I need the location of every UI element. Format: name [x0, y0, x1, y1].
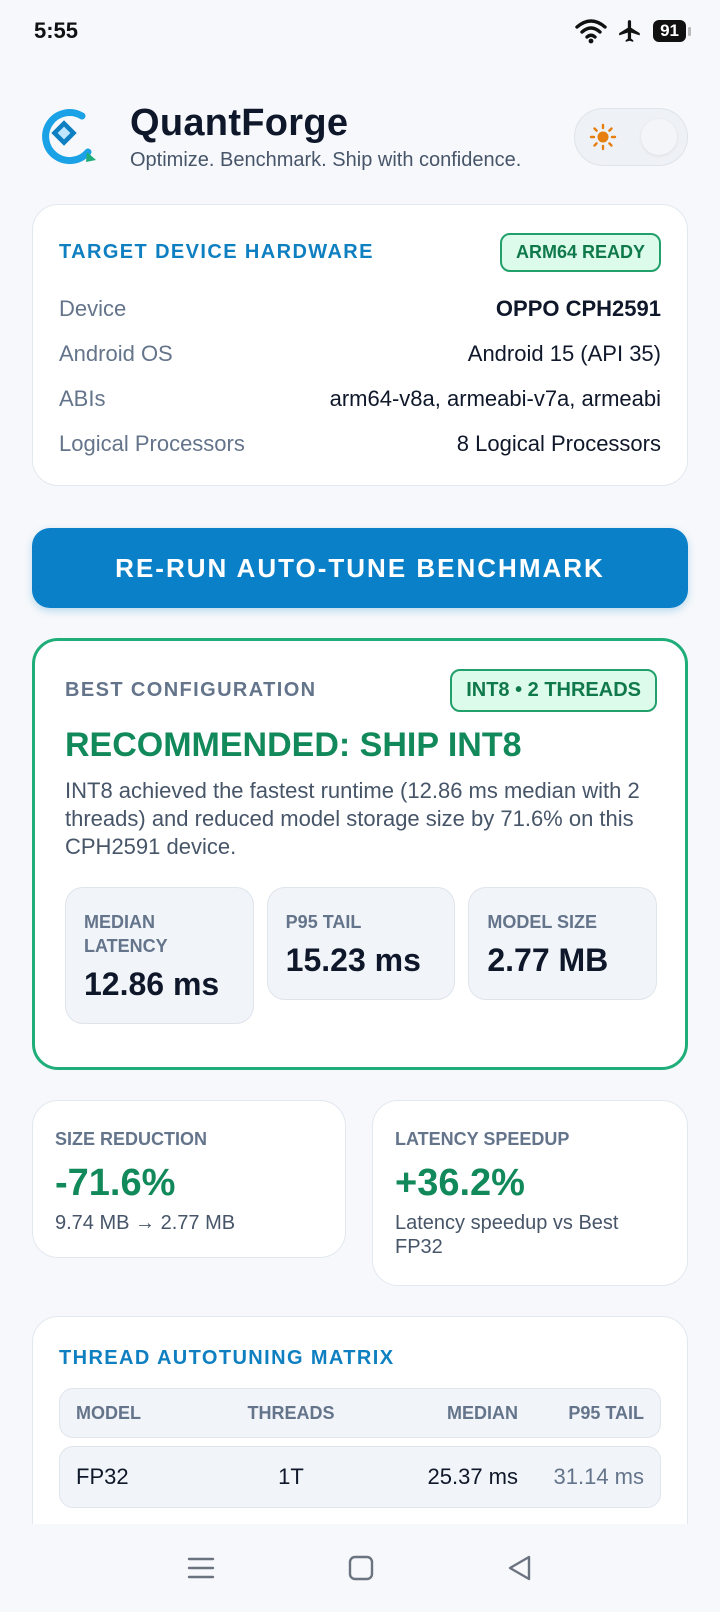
- latency-speedup-label: LATENCY SPEEDUP: [395, 1129, 570, 1149]
- device-label: Device: [59, 295, 127, 321]
- abis-row: ABIs arm64-v8a, armeabi-v7a, armeabi: [59, 376, 661, 421]
- metric-value: 15.23 ms: [285, 942, 421, 978]
- latency-speedup-card: LATENCY SPEEDUP +36.2% Latency speedup v…: [372, 1100, 688, 1286]
- metric-row: MEDIAN LATENCY 12.86 ms P95 TAIL 15.23 m…: [65, 887, 658, 1024]
- model-size-metric: MODEL SIZE 2.77 MB: [468, 887, 658, 1000]
- best-configuration-card: BEST CONFIGURATION INT8 • 2 THREADS RECO…: [32, 638, 688, 1070]
- processors-value: 8 Logical Processors: [456, 430, 661, 456]
- cell-threads: 1T: [278, 1464, 304, 1489]
- back-icon[interactable]: [506, 1554, 534, 1582]
- recommendation-headline: RECOMMENDED: SHIP INT8: [65, 726, 522, 764]
- cell-model: FP32: [76, 1464, 129, 1489]
- metric-label: P95 TAIL: [285, 912, 362, 932]
- hardware-title: TARGET DEVICE HARDWARE: [59, 241, 374, 263]
- metric-label: MEDIAN LATENCY: [84, 912, 168, 956]
- android-os-label: Android OS: [59, 340, 173, 366]
- rerun-benchmark-button[interactable]: RE-RUN AUTO-TUNE BENCHMARK: [32, 528, 688, 608]
- home-icon[interactable]: [347, 1554, 375, 1582]
- wifi-icon: [575, 19, 607, 44]
- arm64-badge: ARM64 READY: [499, 233, 661, 272]
- best-configuration-label: BEST CONFIGURATION: [65, 679, 317, 701]
- size-reduction-detail: 9.74 MB → 2.77 MB: [55, 1212, 236, 1234]
- theme-toggle[interactable]: [574, 108, 688, 166]
- battery-icon: 91: [653, 20, 691, 42]
- best-config-badge: INT8 • 2 THREADS: [450, 669, 657, 712]
- size-reduction-value: -71.6%: [55, 1162, 176, 1204]
- airplane-icon: [619, 20, 640, 42]
- sun-icon: [589, 123, 617, 151]
- size-reduction-card: SIZE REDUCTION -71.6% 9.74 MB → 2.77 MB: [32, 1100, 346, 1258]
- size-reduction-label: SIZE REDUCTION: [55, 1129, 208, 1149]
- system-navigation-bar: [0, 1524, 720, 1612]
- processors-label: Logical Processors: [59, 430, 245, 456]
- recommendation-description: INT8 achieved the fastest runtime (12.86…: [65, 778, 640, 859]
- android-os-value: Android 15 (API 35): [467, 340, 661, 366]
- cell-median: 25.37 ms: [427, 1464, 519, 1489]
- toggle-knob: [641, 119, 677, 155]
- abis-label: ABIs: [59, 385, 106, 411]
- abis-value: arm64-v8a, armeabi-v7a, armeabi: [329, 385, 661, 411]
- column-p95-tail: P95 TAIL: [568, 1402, 644, 1423]
- p95-tail-metric: P95 TAIL 15.23 ms: [266, 887, 456, 1000]
- hardware-card: TARGET DEVICE HARDWARE ARM64 READY Devic…: [32, 204, 688, 486]
- latency-speedup-detail: Latency speedup vs Best FP32: [395, 1212, 619, 1258]
- metric-value: 2.77 MB: [487, 942, 609, 978]
- app-tagline: Optimize. Benchmark. Ship with confidenc…: [130, 149, 522, 171]
- latency-speedup-value: +36.2%: [395, 1162, 525, 1204]
- status-bar: 5:55 91: [0, 0, 720, 62]
- status-time: 5:55: [34, 18, 79, 43]
- metric-label: MODEL SIZE: [487, 912, 598, 932]
- matrix-title: THREAD AUTOTUNING MATRIX: [59, 1347, 395, 1369]
- median-latency-metric: MEDIAN LATENCY 12.86 ms: [65, 887, 254, 1024]
- table-row[interactable]: FP32 1T 25.37 ms 31.14 ms: [59, 1446, 661, 1508]
- android-os-row: Android OS Android 15 (API 35): [59, 331, 661, 376]
- device-value: OPPO CPH2591: [495, 295, 661, 321]
- menu-icon[interactable]: [186, 1554, 216, 1582]
- processors-row: Logical Processors 8 Logical Processors: [59, 421, 661, 466]
- table-header: MODEL THREADS MEDIAN P95 TAIL: [59, 1388, 661, 1438]
- status-icons: 91: [575, 18, 691, 44]
- app-title: QuantForge: [130, 102, 349, 144]
- column-model: MODEL: [76, 1402, 141, 1423]
- device-row: Device OPPO CPH2591: [59, 286, 661, 331]
- app-header: QuantForge Optimize. Benchmark. Ship wit…: [32, 92, 688, 182]
- metric-value: 12.86 ms: [84, 966, 220, 1002]
- column-threads: THREADS: [247, 1402, 335, 1423]
- column-median: MEDIAN: [447, 1402, 518, 1423]
- cell-p95-tail: 31.14 ms: [553, 1464, 645, 1489]
- app-logo-icon: [42, 109, 96, 165]
